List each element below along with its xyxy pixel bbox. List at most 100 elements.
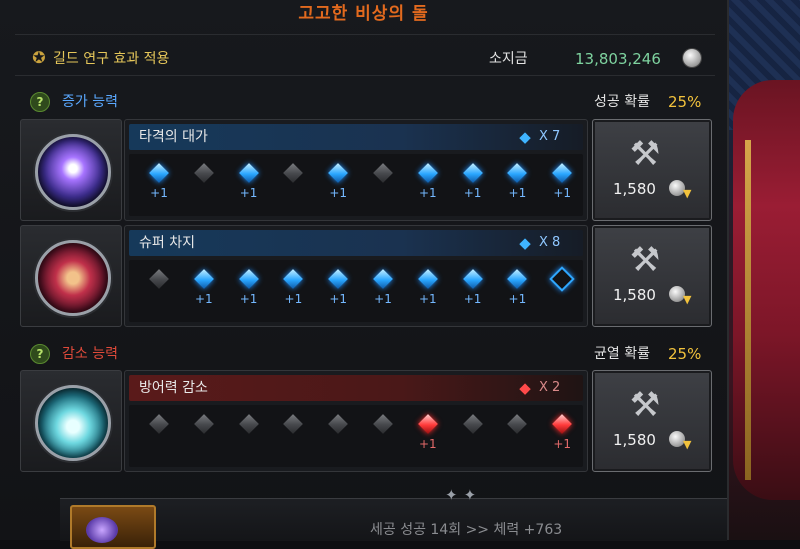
ability-count: X 7 — [539, 129, 561, 144]
facet-slot — [229, 411, 273, 461]
hammer-icon: ⚒ — [629, 134, 661, 174]
facet-success-gem-icon — [238, 163, 259, 183]
stone-item-icon — [86, 517, 118, 543]
facet-slot: +1 — [229, 160, 273, 210]
facet-slot — [542, 266, 586, 316]
facet-plus-label: +1 — [463, 292, 482, 306]
facet-plus-label: +1 — [239, 186, 258, 200]
facet-fail-gem-icon — [373, 414, 393, 434]
facet-slot: +1 — [318, 266, 362, 316]
facet-success-gem-icon — [283, 269, 304, 289]
facet-slot — [139, 266, 183, 316]
ice-shield-orb-icon — [35, 385, 111, 461]
facet-fail-gem-icon — [238, 414, 259, 434]
facet-button[interactable]: ⚒ 1,580 ▼ — [592, 225, 712, 327]
facet-success-gem-icon — [193, 269, 214, 289]
facet-success-gem-icon — [552, 414, 573, 434]
facet-slot — [139, 411, 183, 461]
facet-slot: +1 — [139, 160, 183, 210]
facet-plus-label: +1 — [508, 186, 527, 200]
facet-plus-label: +1 — [418, 186, 437, 200]
facet-success-gem-icon — [149, 163, 169, 183]
guild-divider — [15, 75, 715, 76]
ability-icon-frame — [20, 370, 122, 472]
facet-success-gem-icon — [417, 269, 438, 289]
facet-slot — [497, 411, 541, 461]
increase-section-header: ? 증가 능력 성공 확률 25% — [20, 90, 710, 116]
ability-name-bar: 방어력 감소 ◆ X 2 — [129, 375, 583, 401]
ability-gem-icon: ◆ — [519, 379, 531, 397]
ability-icon-frame — [20, 225, 122, 327]
stone-faceting-panel: 고고한 비상의 돌 ✪ 길드 연구 효과 적용 소지금 13,803,246 ?… — [0, 0, 729, 549]
decrease-section-header: ? 감소 능력 균열 확률 25% — [20, 342, 710, 368]
facet-fail-gem-icon — [149, 269, 169, 289]
ability-gem-icon: ◆ — [519, 234, 531, 252]
facet-plus-label: +1 — [418, 437, 437, 451]
background-character-scene — [725, 0, 800, 540]
facet-slot: +1 — [408, 266, 452, 316]
help-icon[interactable]: ? — [30, 92, 50, 112]
facet-fail-gem-icon — [373, 163, 393, 183]
facet-fail-gem-icon — [507, 414, 528, 434]
facet-slot: +1 — [453, 160, 497, 210]
decrease-section-title: 감소 능력 — [62, 346, 118, 362]
discount-arrow-icon: ▼ — [683, 438, 692, 451]
facet-fail-gem-icon — [462, 414, 483, 434]
facet-success-gem-icon — [417, 163, 438, 183]
facet-slot: +1 — [229, 266, 273, 316]
facet-plus-label: +1 — [553, 186, 572, 200]
warrior-orb-icon — [35, 240, 111, 316]
facet-plus-label: +1 — [194, 292, 213, 306]
help-icon[interactable]: ? — [30, 344, 50, 364]
ability-row: 방어력 감소 ◆ X 2 +1 +1 ⚒ 1,580 ▼ — [20, 370, 712, 472]
ability-name-bar: 타격의 대가 ◆ X 7 — [129, 124, 583, 150]
facet-slot: +1 — [542, 411, 586, 461]
success-rate-value: 25% — [668, 93, 702, 111]
facet-button[interactable]: ⚒ 1,580 ▼ — [592, 119, 712, 221]
silver-coin-icon — [683, 49, 701, 67]
facet-fail-gem-icon — [149, 414, 169, 434]
facet-slot: +1 — [184, 266, 228, 316]
facet-fail-gem-icon — [283, 414, 304, 434]
facet-slot: +1 — [363, 266, 407, 316]
hammer-icon: ⚒ — [629, 240, 661, 280]
ability-name: 방어력 감소 — [139, 380, 208, 396]
stone-item-slot[interactable] — [70, 505, 156, 549]
facet-slot — [318, 411, 362, 461]
ability-track: 방어력 감소 ◆ X 2 +1 +1 — [124, 370, 588, 472]
facet-slot: +1 — [542, 160, 586, 210]
facet-plus-label: +1 — [150, 186, 168, 200]
ability-name-bar: 슈퍼 차지 ◆ X 8 — [129, 230, 583, 256]
facet-success-gem-icon — [462, 269, 483, 289]
facet-success-gem-icon — [462, 163, 483, 183]
panel-title: 고고한 비상의 돌 — [298, 4, 429, 24]
ability-slots: +1 +1 — [129, 405, 583, 467]
crack-rate-label: 균열 확률 — [594, 346, 650, 362]
facet-slot — [363, 160, 407, 210]
ornament-icon: ✦✦ — [445, 486, 483, 504]
background-character — [733, 80, 800, 500]
facet-cost: 1,580 — [613, 431, 656, 449]
ability-icon-frame — [20, 119, 122, 221]
facet-button[interactable]: ⚒ 1,580 ▼ — [592, 370, 712, 472]
guild-emblem-icon: ✪ — [32, 48, 46, 67]
ability-slots: +1 +1 +1 +1 +1 +1 +1 +1 — [129, 260, 583, 322]
facet-plus-label: +1 — [284, 292, 303, 306]
crack-rate-value: 25% — [668, 345, 702, 363]
guild-research-label: 길드 연구 효과 적용 — [53, 51, 170, 67]
facet-plus-label: +1 — [418, 292, 437, 306]
facet-next-gem-icon — [549, 266, 575, 292]
title-divider — [15, 34, 715, 35]
facet-plus-label: +1 — [329, 292, 348, 306]
ability-track: 타격의 대가 ◆ X 7 +1 +1 +1 +1 +1 +1 +1 — [124, 119, 588, 221]
facet-slot — [184, 411, 228, 461]
facet-plus-label: +1 — [239, 292, 258, 306]
facet-slot: +1 — [408, 411, 452, 461]
guild-row: ✪ 길드 연구 효과 적용 소지금 13,803,246 — [15, 44, 715, 74]
facet-slot: +1 — [318, 160, 362, 210]
facet-slot: +1 — [497, 160, 541, 210]
facet-slot: +1 — [273, 266, 317, 316]
ability-row: 타격의 대가 ◆ X 7 +1 +1 +1 +1 +1 +1 +1 ⚒ 1,580 ▼ — [20, 119, 712, 221]
facet-success-gem-icon — [238, 269, 259, 289]
facet-plus-label: +1 — [463, 186, 482, 200]
